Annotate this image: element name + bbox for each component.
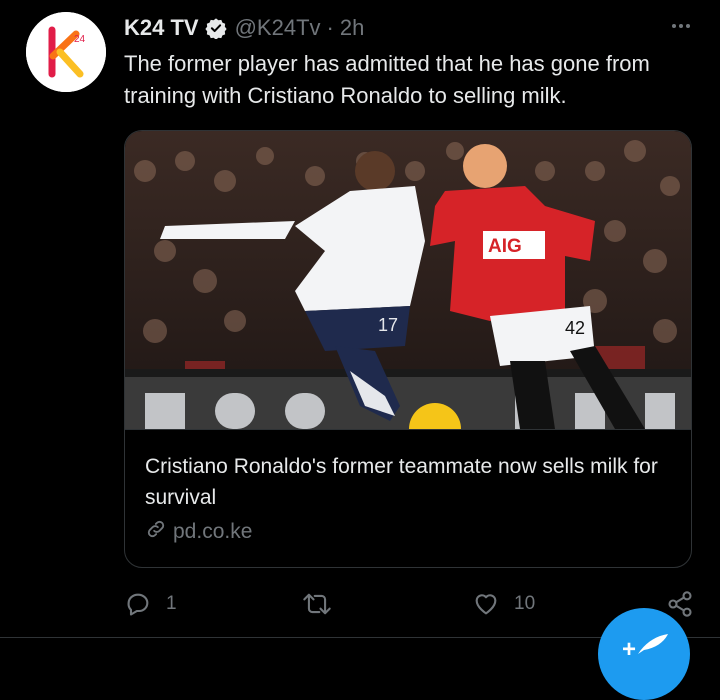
author-handle[interactable]: @K24Tv	[235, 15, 321, 41]
tweet-timestamp[interactable]: 2h	[340, 15, 364, 41]
verified-badge-icon	[204, 17, 227, 39]
tweet-text: The former player has admitted that he h…	[124, 51, 650, 108]
link-icon	[145, 518, 167, 546]
svg-text:24: 24	[74, 34, 86, 45]
more-options-icon[interactable]	[666, 16, 696, 36]
compose-icon: +	[622, 636, 637, 663]
header-separator: ·	[326, 15, 334, 40]
like-count: 10	[514, 593, 536, 614]
svg-text:17: 17	[378, 315, 398, 335]
share-icon	[668, 591, 692, 617]
football-match-photo: 17 AIG 42	[125, 131, 691, 455]
like-button[interactable]: 10	[472, 588, 535, 620]
card-image[interactable]: 17 AIG 42	[125, 131, 691, 455]
k24-logo: 24	[26, 12, 106, 92]
card-title[interactable]: Cristiano Ronaldo's former teammate now …	[145, 451, 665, 513]
reply-count: 1	[166, 593, 177, 614]
retweet-icon	[303, 593, 331, 615]
svg-text:42: 42	[565, 318, 585, 338]
author-name[interactable]: K24 TV	[124, 15, 199, 41]
author-avatar[interactable]: 24	[26, 12, 106, 92]
card-domain[interactable]: pd.co.ke	[145, 519, 252, 545]
retweet-button[interactable]	[302, 588, 346, 620]
heart-icon	[475, 594, 497, 615]
svg-text:AIG: AIG	[488, 236, 522, 257]
compose-button[interactable]: +	[598, 608, 690, 700]
card-domain-text: pd.co.ke	[173, 520, 253, 543]
tweet-header: K24 TV @K24Tv · 2h	[124, 14, 700, 42]
reply-icon	[127, 593, 149, 616]
reply-button[interactable]: 1	[124, 588, 177, 620]
link-card[interactable]: 17 AIG 42 Cristiano Ronaldo's former tea…	[124, 130, 692, 568]
